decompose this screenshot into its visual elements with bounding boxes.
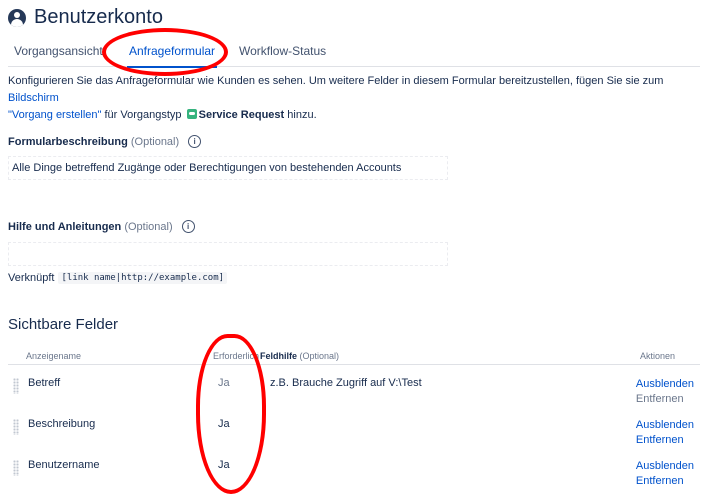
- field-required: Ja: [218, 418, 230, 430]
- tab-vorgangsansicht[interactable]: Vorgangsansicht: [14, 44, 103, 58]
- user-avatar-icon: [8, 8, 26, 27]
- row-actions: Ausblenden Entfernen: [636, 418, 694, 448]
- field-required: Ja: [218, 459, 230, 471]
- col-field-help: Feldhilfe (Optional): [260, 351, 340, 361]
- link-format-hint: Verknüpft [link name|http://example.com]: [8, 272, 228, 284]
- row-actions: Ausblenden Entfernen: [636, 459, 694, 489]
- field-name: Betreff: [28, 377, 61, 389]
- service-request-icon: [186, 109, 197, 119]
- intro-description: Konfigurieren Sie das Anfrageformular wi…: [8, 75, 664, 121]
- issue-type-name: Service Request: [198, 109, 285, 121]
- help-label: Hilfe und Anleitungen (Optional) i: [8, 220, 195, 233]
- fields-table-header: Anzeigename Erforderlich Feldhilfe (Opti…: [8, 348, 700, 365]
- remove-button[interactable]: Entfernen: [636, 433, 694, 448]
- table-row: Benutzername Ja Ausblenden Entfernen: [8, 452, 700, 492]
- field-help-text[interactable]: z.B. Brauche Zugriff auf V:\Test: [270, 377, 422, 389]
- table-row: Beschreibung Ja Ausblenden Entfernen: [8, 411, 700, 451]
- tab-bar: Vorgangsansicht Anfrageformular Workflow…: [8, 42, 700, 68]
- screen-link[interactable]: Bildschirm: [8, 92, 59, 104]
- drag-handle-icon[interactable]: [13, 419, 19, 435]
- remove-button[interactable]: Entfernen: [636, 474, 694, 489]
- row-actions: Ausblenden Entfernen: [636, 377, 694, 407]
- info-icon[interactable]: i: [188, 135, 202, 148]
- field-required: Ja: [218, 377, 230, 389]
- field-name: Benutzername: [28, 459, 100, 471]
- visible-fields-title: Sichtbare Felder: [8, 316, 119, 333]
- info-icon[interactable]: i: [181, 220, 195, 233]
- link-syntax-example: [link name|http://example.com]: [58, 272, 228, 284]
- remove-button-disabled: Entfernen: [635, 393, 684, 405]
- tab-anfrageformular[interactable]: Anfrageformular: [126, 44, 218, 68]
- tab-workflow-status[interactable]: Workflow-Status: [239, 44, 326, 58]
- page-title: Benutzerkonto: [34, 6, 163, 28]
- create-issue-screen-link[interactable]: "Vorgang erstellen": [8, 109, 101, 121]
- col-required: Erforderlich: [213, 351, 260, 361]
- drag-handle-icon[interactable]: [13, 460, 19, 476]
- hide-button[interactable]: Ausblenden: [636, 377, 694, 392]
- form-description-label: Formularbeschreibung (Optional) i: [8, 135, 202, 148]
- col-actions: Aktionen: [640, 351, 676, 361]
- hide-button[interactable]: Ausblenden: [636, 459, 694, 474]
- col-display-name: Anzeigename: [26, 351, 82, 361]
- page-header: Benutzerkonto: [8, 6, 163, 29]
- table-row: Betreff Ja z.B. Brauche Zugriff auf V:\T…: [8, 370, 700, 410]
- drag-handle-icon[interactable]: [13, 378, 19, 394]
- help-field[interactable]: [8, 242, 448, 266]
- field-name: Beschreibung: [28, 418, 96, 430]
- hide-button[interactable]: Ausblenden: [636, 418, 694, 433]
- form-description-field[interactable]: Alle Dinge betreffend Zugänge oder Berec…: [8, 156, 448, 180]
